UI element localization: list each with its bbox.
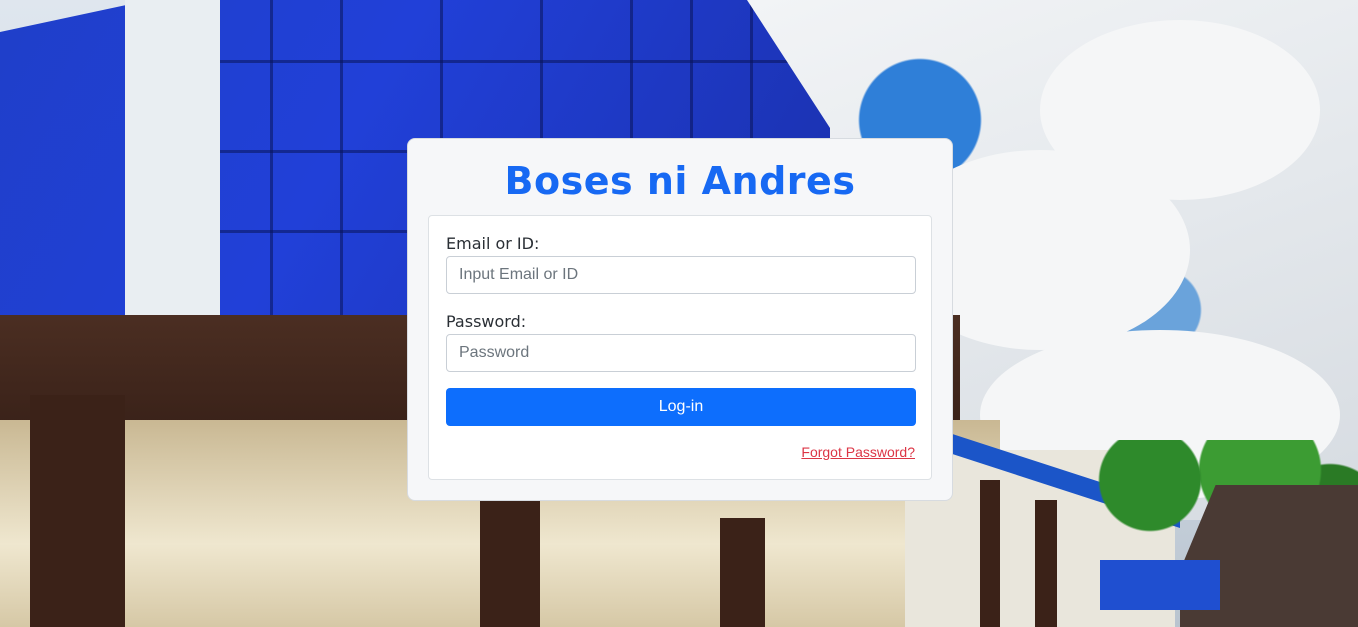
cloud [1040,20,1320,200]
login-card: Boses ni Andres Email or ID: Password: L… [407,138,953,501]
blue-tarp [1100,560,1220,610]
white-pillar [125,0,220,330]
email-label: Email or ID: [446,234,540,253]
password-input[interactable] [446,334,916,372]
column [980,480,1000,627]
login-button[interactable]: Log-in [446,388,916,426]
column [30,395,125,627]
login-form: Email or ID: Password: Log-in Forgot Pas… [428,215,932,480]
forgot-password-link[interactable]: Forgot Password? [801,444,915,460]
column [1035,500,1057,627]
column [720,518,765,627]
password-label: Password: [446,312,527,331]
app-title: Boses ni Andres [504,159,856,203]
email-input[interactable] [446,256,916,294]
panel-line [180,60,830,63]
column [480,500,540,627]
